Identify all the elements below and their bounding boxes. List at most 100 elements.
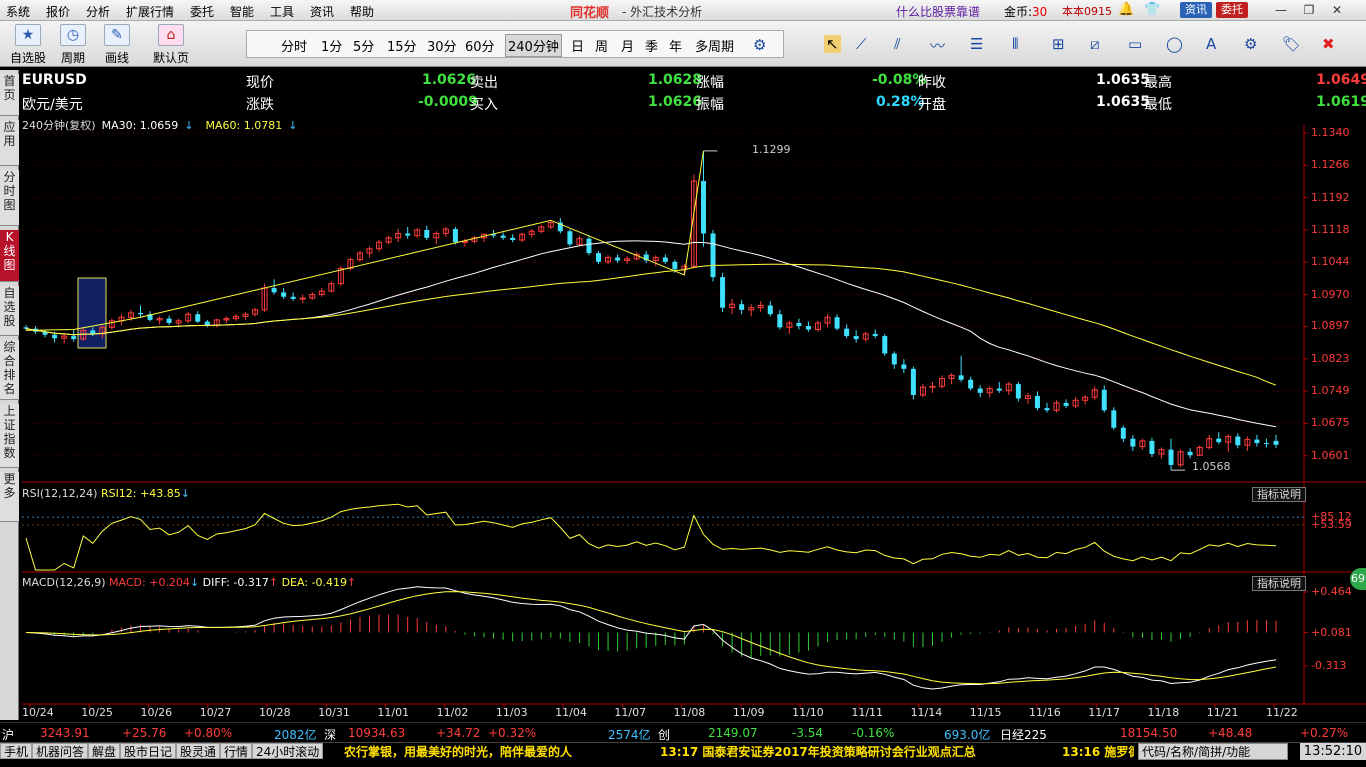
dea-value: DEA: -0.419: [281, 576, 347, 589]
candle-body-down: [405, 233, 411, 236]
candle-body-down: [872, 333, 878, 337]
rsi-tick-label: +53.59: [1311, 517, 1352, 531]
date-tick-label: 11/04: [555, 706, 587, 719]
candle-body-down: [138, 312, 144, 315]
ticker-sz-change: +34.72: [436, 726, 481, 740]
candle-body-down: [1254, 439, 1260, 444]
status-market-button[interactable]: 行情: [220, 743, 253, 759]
ticker-nk-value: 18154.50: [1120, 726, 1178, 740]
candle-body-down: [996, 388, 1002, 391]
kline-chart[interactable]: [0, 0, 1366, 722]
candle-body-down: [1149, 440, 1155, 454]
candle-body-down: [891, 353, 897, 365]
down-arrow-icon: ↓: [180, 487, 190, 500]
price-tick-label: 1.0749: [1311, 384, 1350, 398]
down-arrow-icon: ↓: [189, 576, 200, 589]
index-ticker: 沪 3243.91 +25.76 +0.80% 2082亿 深 10934.63…: [0, 722, 1366, 742]
candle-body-down: [710, 233, 716, 278]
candle-body-down: [586, 238, 592, 254]
candle-body-down: [796, 322, 802, 327]
news-scroll-3[interactable]: 13:16 施罗德: [1062, 743, 1134, 760]
ticker-nk-label: 日经225: [1000, 728, 1047, 742]
clock: 13:52:10: [1300, 743, 1366, 760]
candle-body-down: [1216, 438, 1222, 443]
candle-body-down: [90, 330, 96, 334]
candle-body-down: [1044, 408, 1050, 411]
status-24h-button[interactable]: 24小时滚动: [252, 743, 324, 759]
date-tick-label: 11/07: [614, 706, 647, 719]
trough-price-label: 1.0568: [1192, 460, 1231, 473]
date-tick-label: 11/02: [436, 706, 469, 719]
macd-label: MACD(12,26,9): [22, 576, 106, 589]
candle-body-down: [844, 328, 850, 337]
floating-badge[interactable]: 69: [1350, 568, 1366, 590]
rsi-indicator-help-button[interactable]: 指标说明: [1252, 487, 1306, 502]
rsi-label: RSI(12,12,24): [22, 487, 98, 500]
date-tick-label: 11/10: [792, 706, 824, 719]
candle-body-down: [510, 237, 516, 240]
candle-body-down: [195, 314, 201, 322]
candle-body-down: [662, 257, 668, 262]
date-tick-label: 11/16: [1029, 706, 1061, 719]
diff-value: DIFF: -0.317: [202, 576, 269, 589]
status-analysis-button[interactable]: 解盘: [88, 743, 121, 759]
price-tick-label: 1.1340: [1311, 126, 1350, 139]
ticker-cy-label: 创: [658, 728, 671, 742]
date-tick-label: 11/01: [377, 706, 410, 719]
candle-body-down: [424, 229, 430, 238]
candle-body-down: [1111, 410, 1117, 428]
macd-tick-label: +0.464: [1311, 585, 1352, 598]
candle-body-down: [290, 296, 296, 299]
up-arrow-icon: ↑: [346, 576, 357, 589]
date-tick-label: 11/15: [969, 706, 1002, 719]
macd-value: MACD: +0.204: [109, 576, 190, 589]
news-scroll-1[interactable]: 农行掌银，用最美好的时光，陪伴最爱的人: [344, 743, 572, 760]
candle-body-down: [882, 336, 888, 354]
status-mobile-button[interactable]: 手机: [0, 743, 33, 759]
macd-tick-label: +0.081: [1311, 625, 1352, 639]
candle-body-down: [834, 317, 840, 329]
candle-body-down: [452, 229, 458, 243]
status-diary-button[interactable]: 股市日记: [120, 743, 177, 759]
candle-body-down: [805, 326, 811, 330]
candle-body-down: [853, 336, 859, 340]
status-lingtong-button[interactable]: 股灵通: [176, 743, 221, 759]
rsi-legend: RSI(12,12,24) RSI12: +43.85↓: [22, 487, 190, 500]
candle-body-down: [901, 364, 907, 369]
date-tick-label: 11/21: [1206, 706, 1239, 719]
ticker-sh-amount: 2082亿: [274, 728, 317, 742]
date-tick-label: 11/08: [673, 706, 706, 719]
date-tick-label: 11/17: [1088, 706, 1120, 719]
macd-diff-line: [25, 586, 1277, 690]
candle-body-down: [567, 231, 573, 245]
candle-body-down: [1168, 449, 1174, 465]
news-scroll-2[interactable]: 13:17 国泰君安证券2017年投资策略研讨会行业观点汇总: [660, 743, 976, 760]
price-tick-label: 1.1266: [1311, 158, 1350, 172]
ticker-sz-value: 10934.63: [348, 726, 406, 740]
code-search-input[interactable]: 代码/名称/简拼/功能: [1138, 743, 1288, 760]
price-tick-label: 1.0601: [1311, 448, 1350, 462]
candle-body-down: [739, 304, 745, 310]
zigzag-line: [25, 150, 704, 331]
candle-body-down: [1015, 384, 1021, 399]
macd-indicator-help-button[interactable]: 指标说明: [1252, 576, 1306, 591]
date-tick-label: 11/22: [1266, 706, 1298, 719]
date-tick-label: 11/14: [910, 706, 943, 719]
ticker-cy-value: 2149.07: [708, 726, 758, 740]
candle-body-up: [929, 385, 936, 388]
status-qa-button[interactable]: 机器问答: [32, 743, 89, 759]
ticker-sz-label: 深: [324, 728, 337, 742]
candle-body-down: [166, 318, 172, 323]
status-bar: 手机 机器问答 解盘 股市日记 股灵通 行情 24小时滚动 农行掌银，用最美好的…: [0, 742, 1366, 767]
ticker-cy-amount: 693.0亿: [944, 728, 991, 742]
ma60-line: [25, 263, 1277, 386]
price-tick-label: 1.0675: [1311, 416, 1350, 430]
ticker-sh-pct: +0.80%: [184, 726, 233, 740]
macd-legend: MACD(12,26,9) MACD: +0.204↓ DIFF: -0.317…: [22, 576, 356, 589]
date-tick-label: 10/25: [81, 706, 113, 719]
candle-body-down: [500, 235, 506, 238]
date-tick-label: 10/24: [22, 706, 54, 719]
rsi-line: [25, 503, 1277, 571]
candle-body-down: [720, 277, 726, 308]
candle-body-down: [1130, 438, 1136, 447]
